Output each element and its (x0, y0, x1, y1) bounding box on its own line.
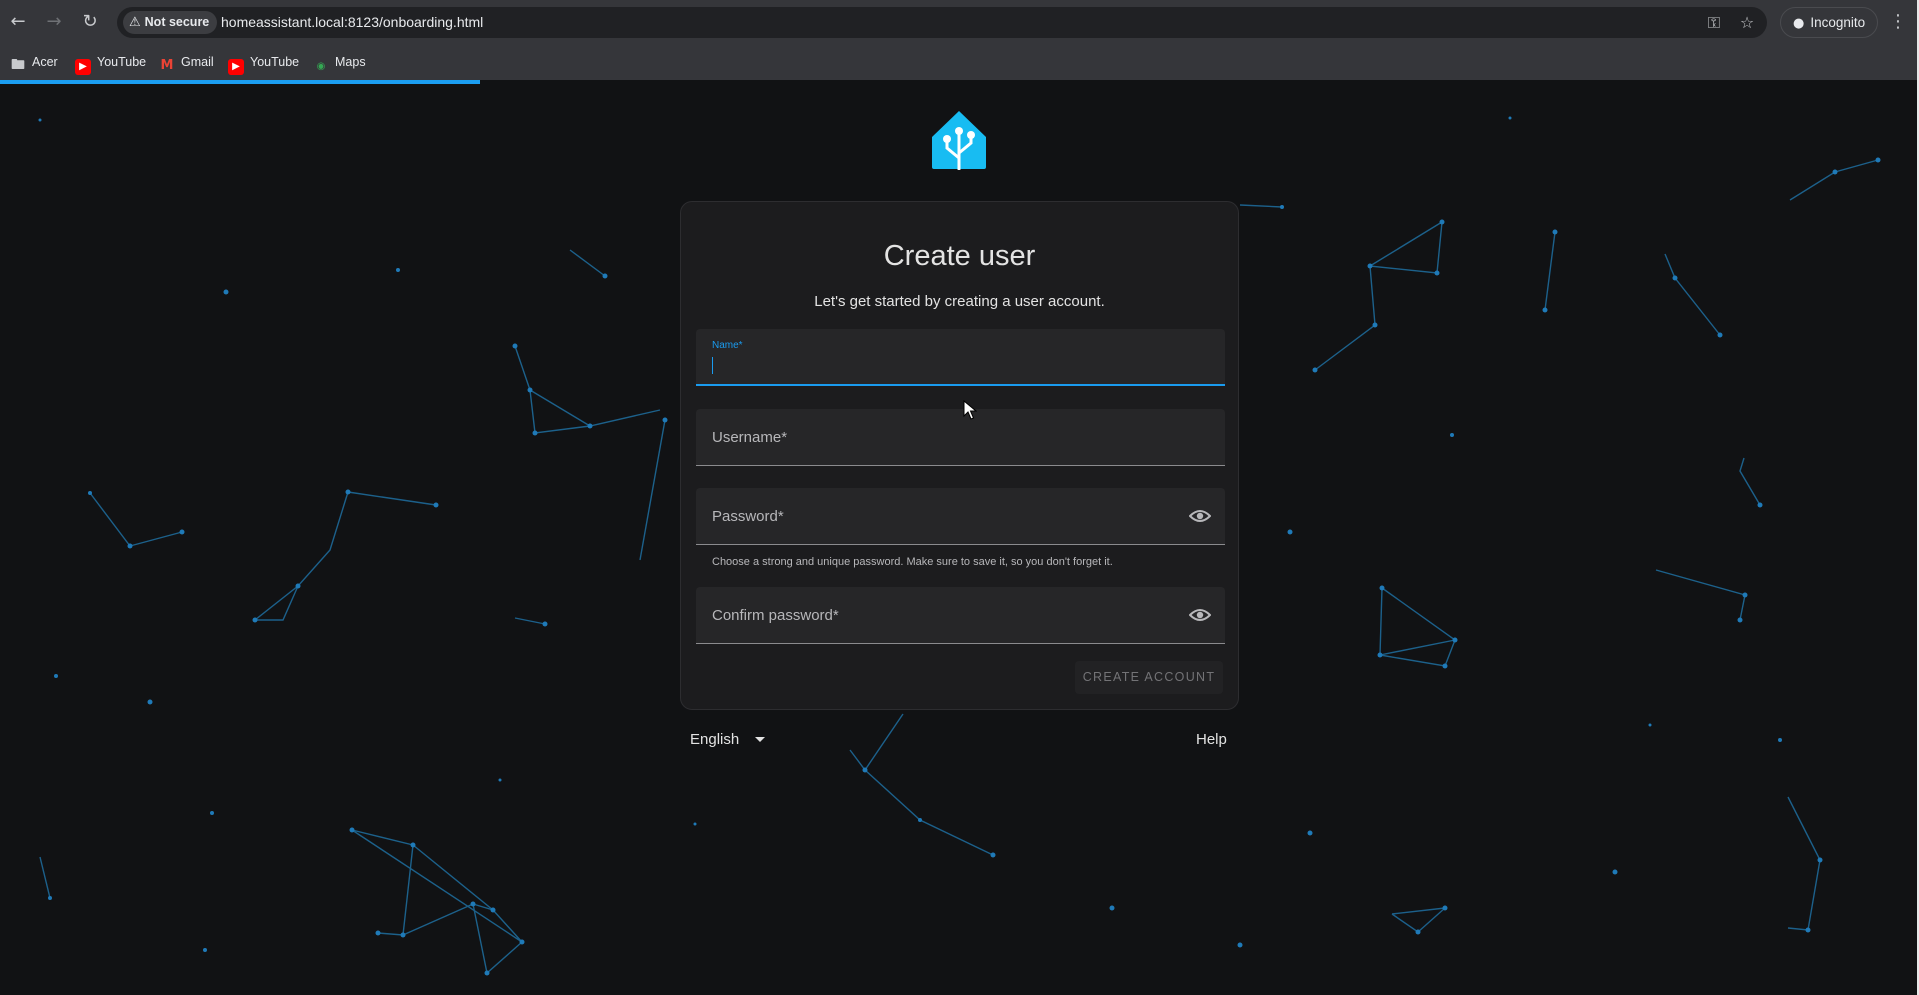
url-text[interactable]: homeassistant.local:8123/onboarding.html (221, 7, 483, 38)
confirm-password-label: Confirm password* (712, 607, 839, 624)
name-label: Name* (712, 340, 743, 351)
browser-window: ← → ↻ ⚠ Not secure homeassistant.local:81… (0, 0, 1919, 995)
folder-icon: 🖿 (11, 57, 25, 73)
language-dropdown-arrow-icon[interactable] (755, 737, 765, 742)
password-label: Password* (712, 508, 784, 525)
bookmark-label: Maps (335, 55, 366, 69)
password-key-icon[interactable]: ⚿ (1702, 11, 1726, 35)
bookmark-maps[interactable]: ◉ Maps (313, 52, 366, 72)
home-assistant-logo (932, 111, 986, 170)
bookmark-gmail[interactable]: M Gmail (159, 52, 214, 73)
maps-icon: ◉ (316, 61, 326, 72)
card-subtitle: Let's get started by creating a user acc… (814, 293, 1105, 310)
password-field[interactable]: Password* (696, 488, 1225, 545)
forward-icon[interactable]: → (42, 10, 66, 34)
page-title: Create user (883, 240, 1036, 272)
language-selector[interactable]: English (690, 731, 739, 748)
bookmark-label: Acer (32, 55, 58, 69)
browser-toolbar: ← → ↻ ⚠ Not secure homeassistant.local:81… (0, 0, 1919, 44)
password-hint: Choose a strong and unique password. Mak… (712, 556, 1113, 568)
bookmarks-bar: 🖿 Acer ▶ YouTube M Gmail ▶ YouTube ◉ Maps (0, 44, 1919, 80)
bookmark-label: YouTube (97, 55, 147, 69)
gmail-icon: M (160, 58, 174, 73)
incognito-icon: ● (1793, 16, 1805, 31)
show-password-eye-icon[interactable] (1189, 508, 1211, 524)
youtube-icon: ▶ (75, 59, 91, 75)
back-icon[interactable]: ← (6, 10, 30, 34)
create-account-button[interactable]: CREATE ACCOUNT (1075, 661, 1223, 694)
warning-icon: ⚠ (129, 15, 141, 30)
bookmark-label: Gmail (181, 55, 214, 69)
incognito-label: Incognito (1810, 15, 1866, 30)
create-user-card: Create user Let's get started by creatin… (680, 201, 1239, 710)
star-icon[interactable]: ☆ (1735, 11, 1759, 35)
youtube-icon: ▶ (228, 59, 244, 75)
security-label: Not secure (144, 15, 210, 29)
bookmark-label: YouTube (250, 55, 300, 69)
mouse-cursor-icon (963, 400, 977, 420)
incognito-badge[interactable]: ● Incognito (1780, 7, 1879, 38)
username-field[interactable]: Username* (696, 409, 1225, 466)
bookmark-youtube-2[interactable]: ▶ YouTube (228, 52, 300, 75)
bookmark-acer[interactable]: 🖿 Acer (10, 52, 58, 73)
page-content: Create user Let's get started by creatin… (0, 80, 1919, 995)
username-label: Username* (712, 429, 788, 446)
security-chip[interactable]: ⚠ Not secure (123, 11, 218, 34)
show-confirm-password-eye-icon[interactable] (1189, 607, 1211, 623)
more-menu-icon[interactable]: ⋮ (1886, 10, 1910, 34)
confirm-password-field[interactable]: Confirm password* (696, 587, 1225, 644)
help-link[interactable]: Help (1196, 731, 1227, 748)
name-field[interactable]: Name* (696, 329, 1225, 386)
reload-icon[interactable]: ↻ (78, 10, 102, 34)
address-bar[interactable]: ⚠ Not secure homeassistant.local:8123/onb… (117, 7, 1767, 38)
bookmark-youtube[interactable]: ▶ YouTube (75, 52, 147, 75)
text-caret (712, 357, 713, 374)
